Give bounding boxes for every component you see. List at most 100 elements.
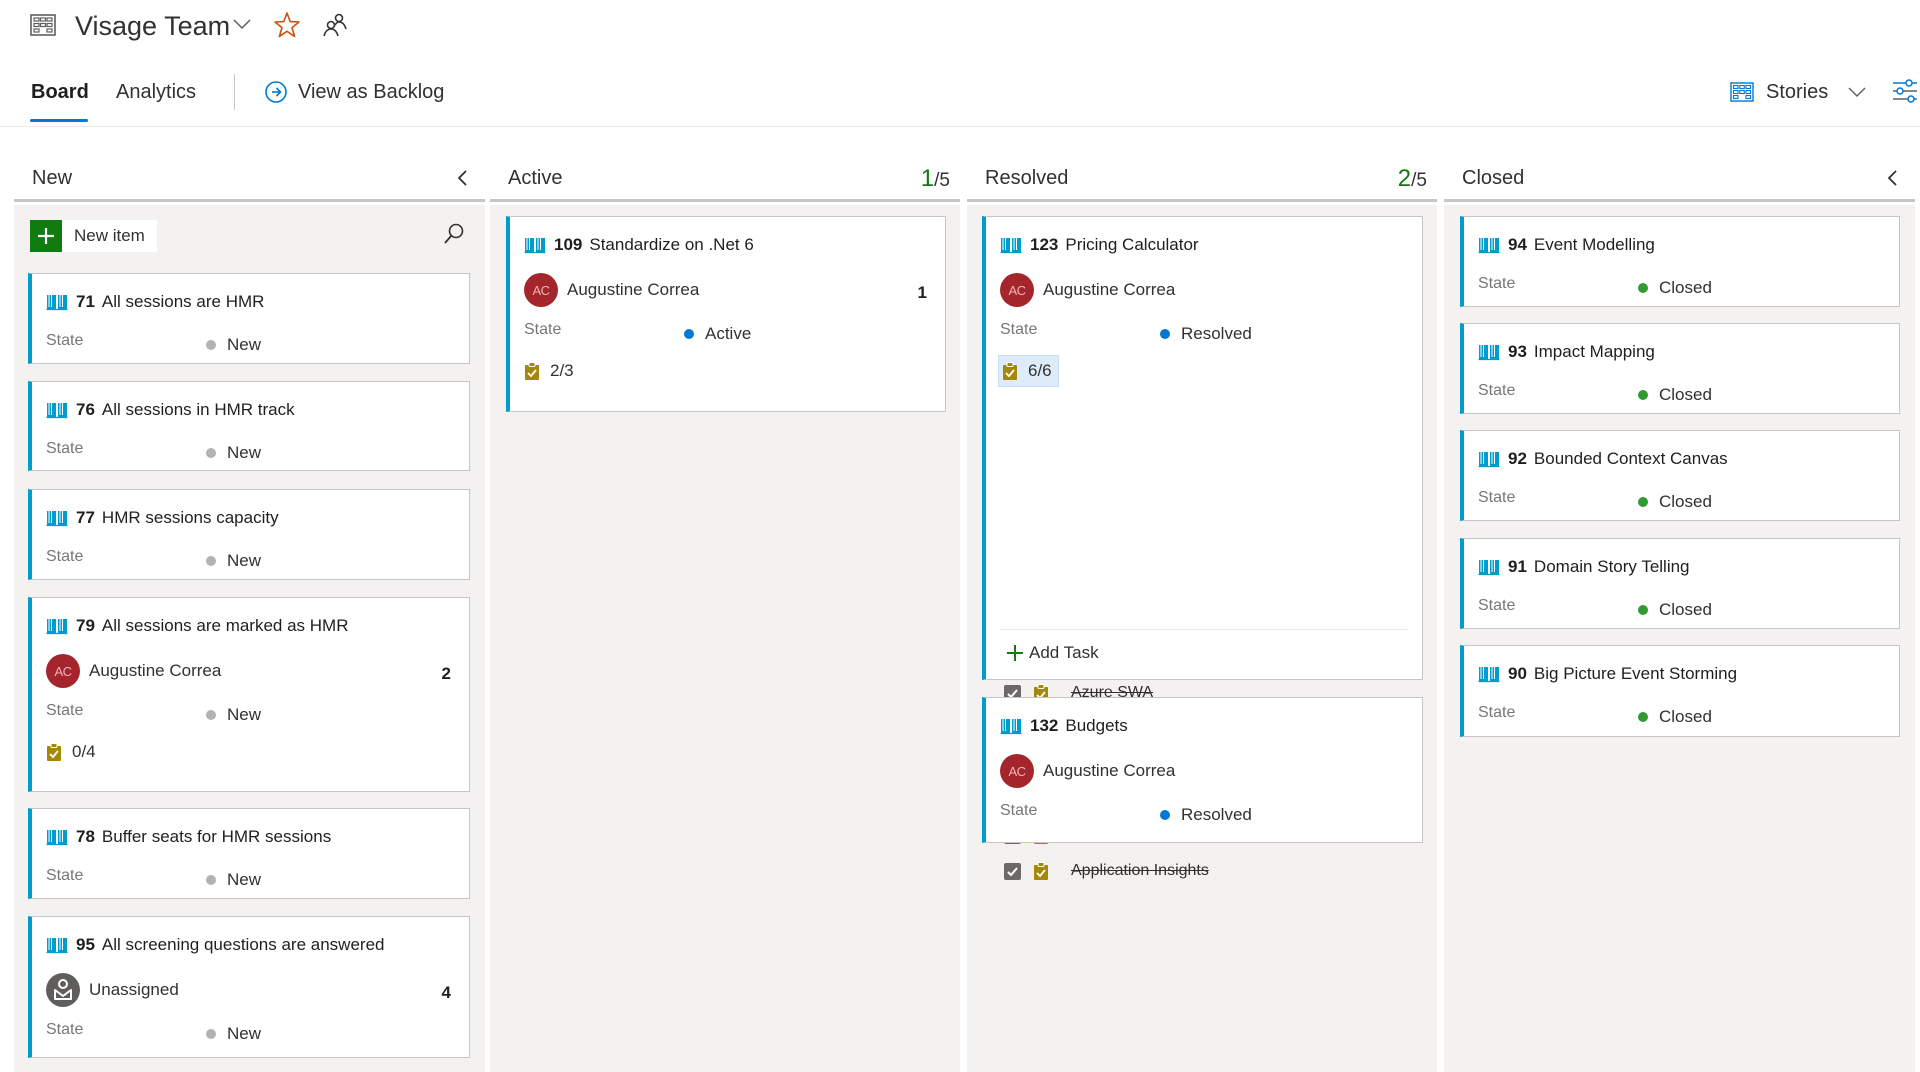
collapse-column-icon[interactable] xyxy=(1885,168,1901,188)
tab-board[interactable]: Board xyxy=(31,78,89,106)
plus-icon xyxy=(1007,645,1023,661)
work-item-title[interactable]: Big Picture Event Storming xyxy=(1534,664,1737,684)
work-item-title[interactable]: Standardize on .Net 6 xyxy=(589,235,753,255)
work-item-card[interactable]: 93 Impact Mapping State Closed xyxy=(1460,323,1900,414)
work-item-id: 79 xyxy=(76,616,95,635)
add-task-button[interactable]: Add Task xyxy=(1006,643,1099,663)
work-item-title[interactable]: HMR sessions capacity xyxy=(102,508,279,528)
chevron-down-icon xyxy=(1848,87,1866,97)
state-value[interactable]: Active xyxy=(684,324,751,344)
tab-analytics[interactable]: Analytics xyxy=(116,78,196,106)
task-clipboard-icon xyxy=(525,362,539,380)
user-story-icon xyxy=(46,619,68,635)
card-title[interactable]: 132 Budgets xyxy=(1000,716,1128,736)
work-item-card[interactable]: 95 All screening questions are answered Un… xyxy=(28,916,470,1058)
state-value[interactable]: New xyxy=(206,335,261,355)
work-item-title[interactable]: All sessions are marked as HMR xyxy=(102,616,349,636)
state-value[interactable]: New xyxy=(206,551,261,571)
work-item-card[interactable]: 77 HMR sessions capacity State New xyxy=(28,489,470,580)
task-checkbox[interactable] xyxy=(1004,862,1021,880)
assigned-to[interactable]: AC Augustine Correa xyxy=(1000,273,1175,307)
team-members-icon[interactable] xyxy=(322,12,348,38)
child-tasks-toggle[interactable]: 6/6 xyxy=(998,355,1059,387)
work-item-card[interactable]: 78 Buffer seats for HMR sessions State New xyxy=(28,808,470,899)
work-item-card[interactable]: 76 All sessions in HMR track State New xyxy=(28,381,470,471)
column-title: Resolved xyxy=(985,167,1069,189)
work-item-card[interactable]: 123 Pricing Calculator AC Augustine Correa S… xyxy=(982,216,1423,880)
work-item-card[interactable]: 132 Budgets AC Augustine Correa State Resolve… xyxy=(982,697,1423,843)
state-value[interactable]: New xyxy=(206,443,261,463)
team-name[interactable]: Visage Team xyxy=(75,8,230,44)
assigned-to[interactable]: AC Augustine Correa xyxy=(524,273,699,307)
work-item-card[interactable]: 92 Bounded Context Canvas State Closed xyxy=(1460,430,1900,521)
work-item-card[interactable]: 94 Event Modelling State Closed xyxy=(1460,216,1900,307)
card-title[interactable]: 77 HMR sessions capacity xyxy=(46,508,279,528)
card-title[interactable]: 71 All sessions are HMR xyxy=(46,292,264,312)
new-item-button[interactable]: New item xyxy=(30,220,157,252)
work-item-title[interactable]: Budgets xyxy=(1065,716,1127,736)
state-value[interactable]: Closed xyxy=(1638,707,1712,727)
state-dot-icon xyxy=(206,710,216,720)
state-label: State xyxy=(1000,802,1038,819)
card-title[interactable]: 76 All sessions in HMR track xyxy=(46,400,295,420)
card-title[interactable]: 92 Bounded Context Canvas xyxy=(1478,449,1728,469)
state-value[interactable]: Resolved xyxy=(1160,324,1252,344)
work-item-title[interactable]: Pricing Calculator xyxy=(1065,235,1198,255)
wip-current: 2 xyxy=(1397,165,1412,192)
work-item-card[interactable]: 91 Domain Story Telling State Closed xyxy=(1460,538,1900,629)
work-item-id: 94 xyxy=(1508,235,1527,254)
card-title[interactable]: 109 Standardize on .Net 6 xyxy=(524,235,754,255)
state-value[interactable]: New xyxy=(206,870,261,890)
search-icon[interactable] xyxy=(442,222,466,246)
state-text: Active xyxy=(705,324,752,343)
state-label: State xyxy=(46,548,84,565)
state-value[interactable]: Resolved xyxy=(1160,805,1252,825)
child-tasks-toggle[interactable]: 0/4 xyxy=(46,736,102,768)
board-settings-icon[interactable] xyxy=(1892,78,1918,104)
work-item-title[interactable]: All sessions in HMR track xyxy=(102,400,295,420)
card-title[interactable]: 93 Impact Mapping xyxy=(1478,342,1655,362)
task-name[interactable]: Application Insights xyxy=(1071,862,1209,880)
assigned-to[interactable]: Unassigned xyxy=(46,973,179,1007)
work-item-title[interactable]: All screening questions are answered xyxy=(102,935,385,955)
work-item-title[interactable]: Domain Story Telling xyxy=(1534,557,1690,577)
card-title[interactable]: 90 Big Picture Event Storming xyxy=(1478,664,1737,684)
assigned-to[interactable]: AC Augustine Correa xyxy=(1000,754,1175,788)
state-value[interactable]: New xyxy=(206,1024,261,1044)
wip-limit: 1/5 xyxy=(921,162,950,198)
state-value[interactable]: Closed xyxy=(1638,600,1712,620)
work-item-card[interactable]: 79 All sessions are marked as HMR AC August… xyxy=(28,597,470,792)
work-item-card[interactable]: 71 All sessions are HMR State New xyxy=(28,273,470,364)
work-item-card[interactable]: 109 Standardize on .Net 6 AC Augustine Corr… xyxy=(506,216,946,412)
favorite-star-icon[interactable] xyxy=(272,10,302,40)
card-title[interactable]: 78 Buffer seats for HMR sessions xyxy=(46,827,331,847)
assigned-to[interactable]: AC Augustine Correa xyxy=(46,654,221,688)
card-title[interactable]: 79 All sessions are marked as HMR xyxy=(46,616,349,636)
card-title[interactable]: 94 Event Modelling xyxy=(1478,235,1655,255)
state-dot-icon xyxy=(206,340,216,350)
task-clipboard-icon xyxy=(47,743,61,761)
work-item-card[interactable]: 90 Big Picture Event Storming State Closed xyxy=(1460,645,1900,737)
work-item-title[interactable]: Buffer seats for HMR sessions xyxy=(102,827,331,847)
state-text: Closed xyxy=(1659,278,1712,297)
work-item-title[interactable]: Impact Mapping xyxy=(1534,342,1655,362)
wip-max: /5 xyxy=(934,170,950,191)
card-title[interactable]: 91 Domain Story Telling xyxy=(1478,557,1690,577)
state-value[interactable]: New xyxy=(206,705,261,725)
collapse-column-icon[interactable] xyxy=(455,168,471,188)
card-title[interactable]: 95 All screening questions are answered xyxy=(46,935,384,955)
state-value[interactable]: Closed xyxy=(1638,492,1712,512)
card-title[interactable]: 123 Pricing Calculator xyxy=(1000,235,1199,255)
state-value[interactable]: Closed xyxy=(1638,278,1712,298)
user-story-icon xyxy=(1000,719,1022,735)
task-count: 0/4 xyxy=(72,742,96,761)
backlog-level-picker[interactable]: Stories xyxy=(1730,78,1866,106)
work-item-title[interactable]: All sessions are HMR xyxy=(102,292,265,312)
child-tasks-toggle[interactable]: 2/3 xyxy=(524,355,580,387)
work-item-title[interactable]: Event Modelling xyxy=(1534,235,1655,255)
story-points: 2 xyxy=(441,664,451,683)
view-as-backlog-link[interactable]: View as Backlog xyxy=(264,78,444,106)
chevron-down-icon[interactable] xyxy=(232,16,252,32)
state-value[interactable]: Closed xyxy=(1638,385,1712,405)
work-item-title[interactable]: Bounded Context Canvas xyxy=(1534,449,1728,469)
